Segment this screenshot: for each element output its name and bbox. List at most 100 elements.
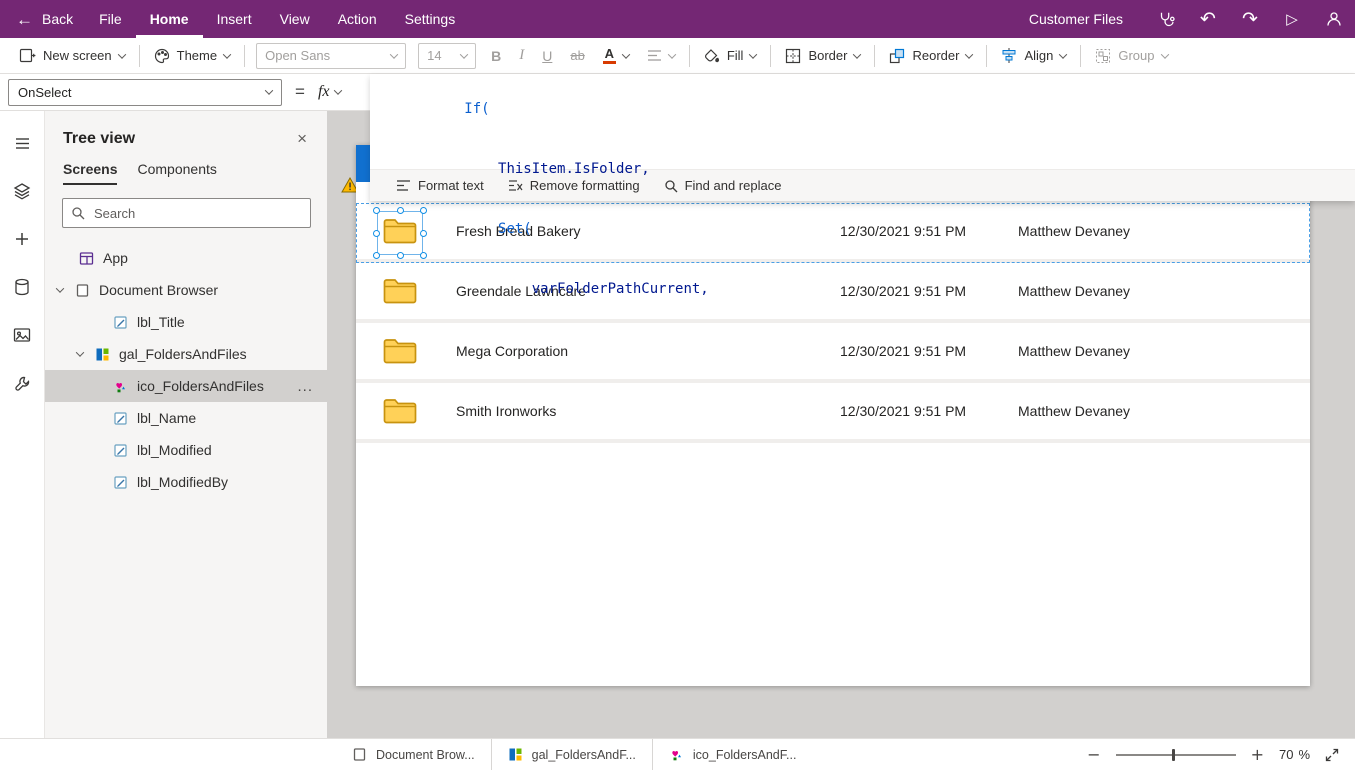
folder-icon[interactable] [383,337,417,365]
fill-icon [704,48,720,64]
gallery-row[interactable]: Smith Ironworks 12/30/2021 9:51 PM Matth… [356,383,1310,443]
tree-item[interactable]: lbl_ModifiedBy [45,466,327,498]
fx-button[interactable]: fx [318,83,342,101]
tree-item[interactable]: Document Browser [45,274,327,306]
formula-editor[interactable]: If( ThisItem.IsFolder, Set( varFolderPat… [370,74,1355,169]
label-icon [113,411,130,426]
account-person-icon[interactable] [1313,0,1355,38]
font-family-select[interactable]: Open Sans [256,43,406,69]
undo-icon[interactable]: ↶ [1187,0,1229,38]
tree-item[interactable]: ico_FoldersAndFiles ... [45,370,327,402]
tree-tab[interactable]: Components [137,161,216,185]
tree-view-tabs: Screens Components [45,153,327,185]
chevron-down-icon [265,86,273,94]
ribbon-separator [874,45,875,67]
fill-button[interactable]: Fill [695,41,766,71]
gallery-row[interactable]: Mega Corporation 12/30/2021 9:51 PM Matt… [356,323,1310,383]
menu-icon[interactable] [6,127,38,159]
menu-item[interactable]: View [266,0,324,38]
align-button[interactable]: Align [992,41,1075,71]
redo-icon[interactable]: ↷ [1229,0,1271,38]
app-checker-icon[interactable] [1145,0,1187,38]
status-tab[interactable]: Document Brow... [336,739,491,770]
font-color-icon: A [603,47,616,64]
insert-icon[interactable] [6,223,38,255]
folder-icon[interactable] [383,397,417,425]
shapes-icon [669,747,686,762]
zoom-slider-handle[interactable] [1172,749,1175,761]
remove-formatting-button[interactable]: Remove formatting [496,170,652,202]
menu-item[interactable]: Settings [391,0,470,38]
tree-item[interactable]: lbl_Name [45,402,327,434]
bold-button[interactable]: B [482,41,510,71]
menu-item[interactable]: Action [324,0,391,38]
row-modified-by-label[interactable]: Matthew Devaney [1018,343,1130,359]
underline-icon: U [542,48,552,64]
menu-item-label: Settings [405,11,456,27]
tree-item[interactable]: lbl_Title [45,306,327,338]
play-preview-icon[interactable]: ▷ [1271,0,1313,38]
chevron-down-icon [390,50,398,58]
row-modified-by-label[interactable]: Matthew Devaney [1018,403,1130,419]
tree-tab[interactable]: Screens [63,161,117,185]
back-button[interactable]: ← Back [0,0,85,38]
format-text-button[interactable]: Format text [384,170,496,202]
resize-handle[interactable] [373,252,380,259]
status-tab[interactable]: gal_FoldersAndF... [491,739,652,770]
strikethrough-button[interactable]: ab [561,41,593,71]
chevron-down-icon [460,50,468,58]
menu-item-label: Action [338,11,377,27]
chevron-down-icon[interactable] [77,351,95,357]
font-color-button[interactable]: A [594,41,638,71]
zoom-out-icon[interactable]: − [1087,745,1100,764]
media-icon[interactable] [6,319,38,351]
fill-label: Fill [727,48,744,63]
menu-item[interactable]: Home [136,0,203,38]
text-align-button[interactable] [638,41,684,71]
data-icon[interactable] [6,271,38,303]
theme-button[interactable]: Theme [145,41,239,71]
close-icon[interactable]: × [293,129,311,149]
row-name-label[interactable]: Mega Corporation [456,343,568,359]
titlebar: ← Back File Home Insert View Action Sett… [0,0,1355,38]
underline-button[interactable]: U [533,41,561,71]
tree-item[interactable]: lbl_Modified [45,434,327,466]
label-icon [113,475,130,490]
chevron-down-icon [334,86,342,94]
menu-item[interactable]: Insert [203,0,266,38]
find-and-replace-icon [664,179,678,193]
reorder-button[interactable]: Reorder [880,41,981,71]
search-input[interactable] [92,205,302,222]
group-button[interactable]: Group [1086,41,1176,71]
resize-handle[interactable] [373,207,380,214]
formula-line: If( [380,79,1355,139]
formula-toolbar: Format text Remove formatting Find and r… [370,169,1355,201]
align-label: Align [1024,48,1053,63]
fit-to-window-icon[interactable] [1325,748,1339,762]
resize-handle[interactable] [373,230,380,237]
chevron-down-icon[interactable] [57,287,75,293]
tree-item[interactable]: gal_FoldersAndFiles [45,338,327,370]
new-screen-button[interactable]: New screen [10,41,134,71]
property-select[interactable]: OnSelect [8,79,282,106]
menu-item[interactable]: File [85,0,136,38]
status-tab[interactable]: ico_FoldersAndF... [652,739,813,770]
tree-view-icon[interactable] [6,175,38,207]
zoom-slider[interactable] [1116,754,1236,756]
row-modified-label[interactable]: 12/30/2021 9:51 PM [840,403,966,419]
tree-item-menu-button[interactable]: ... [297,378,317,395]
tree-item-label: ico_FoldersAndFiles [137,378,264,394]
border-button[interactable]: Border [776,41,869,71]
row-name-label[interactable]: Smith Ironworks [456,403,556,419]
row-modified-label[interactable]: 12/30/2021 9:51 PM [840,343,966,359]
search-box [62,198,311,228]
font-size-select[interactable]: 14 [418,43,476,69]
back-label: Back [42,11,73,27]
tree-view-title: Tree view [63,130,135,148]
italic-button[interactable]: I [510,41,533,71]
advanced-tools-icon[interactable] [6,367,38,399]
find-and-replace-button[interactable]: Find and replace [652,170,794,202]
tree-item[interactable]: App [45,242,327,274]
shapes-icon [113,379,130,394]
zoom-in-icon[interactable]: + [1251,745,1264,764]
